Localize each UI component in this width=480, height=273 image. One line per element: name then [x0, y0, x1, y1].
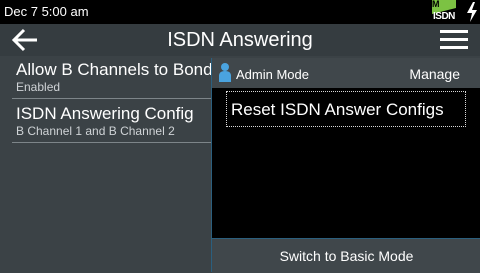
user-icon: [219, 63, 231, 82]
list-item-title: ISDN Answering Config: [16, 104, 194, 123]
page-title: ISDN Answering: [167, 29, 313, 51]
switch-to-basic-mode-button[interactable]: Switch to Basic Mode: [212, 238, 480, 273]
reset-isdn-answer-configs-option[interactable]: Reset ISDN Answer Configs: [226, 91, 466, 127]
admin-menu-panel: Admin Mode Manage Reset ISDN Answer Conf…: [211, 58, 480, 273]
isdn-badge-text: ISDN: [433, 11, 455, 22]
manage-button[interactable]: Manage: [409, 66, 460, 82]
status-bar: Dec 7 5:00 am M ISDN: [0, 0, 480, 24]
list-item-bond-channels[interactable]: Allow B Channels to Bond Enabled: [12, 56, 213, 99]
lightning-bolt-icon: [467, 2, 477, 22]
isdn-badge-letter: M: [432, 0, 440, 9]
hamburger-menu-icon[interactable]: [440, 30, 468, 50]
list-item-title: Allow B Channels to Bond: [16, 60, 213, 79]
list-item-subtitle: B Channel 1 and B Channel 2: [16, 124, 175, 138]
reset-option-label: Reset ISDN Answer Configs: [231, 100, 444, 119]
admin-mode-label: Admin Mode: [236, 67, 309, 82]
title-bar: ISDN Answering: [0, 24, 480, 56]
status-time: Dec 7 5:00 am: [4, 4, 89, 19]
list-item-subtitle: Enabled: [16, 80, 61, 94]
list-item-answering-config[interactable]: ISDN Answering Config B Channel 1 and B …: [12, 100, 212, 143]
panel-header: Admin Mode Manage: [212, 58, 480, 88]
switch-mode-label: Switch to Basic Mode: [279, 248, 414, 264]
isdn-status-badge: M ISDN: [432, 0, 456, 24]
